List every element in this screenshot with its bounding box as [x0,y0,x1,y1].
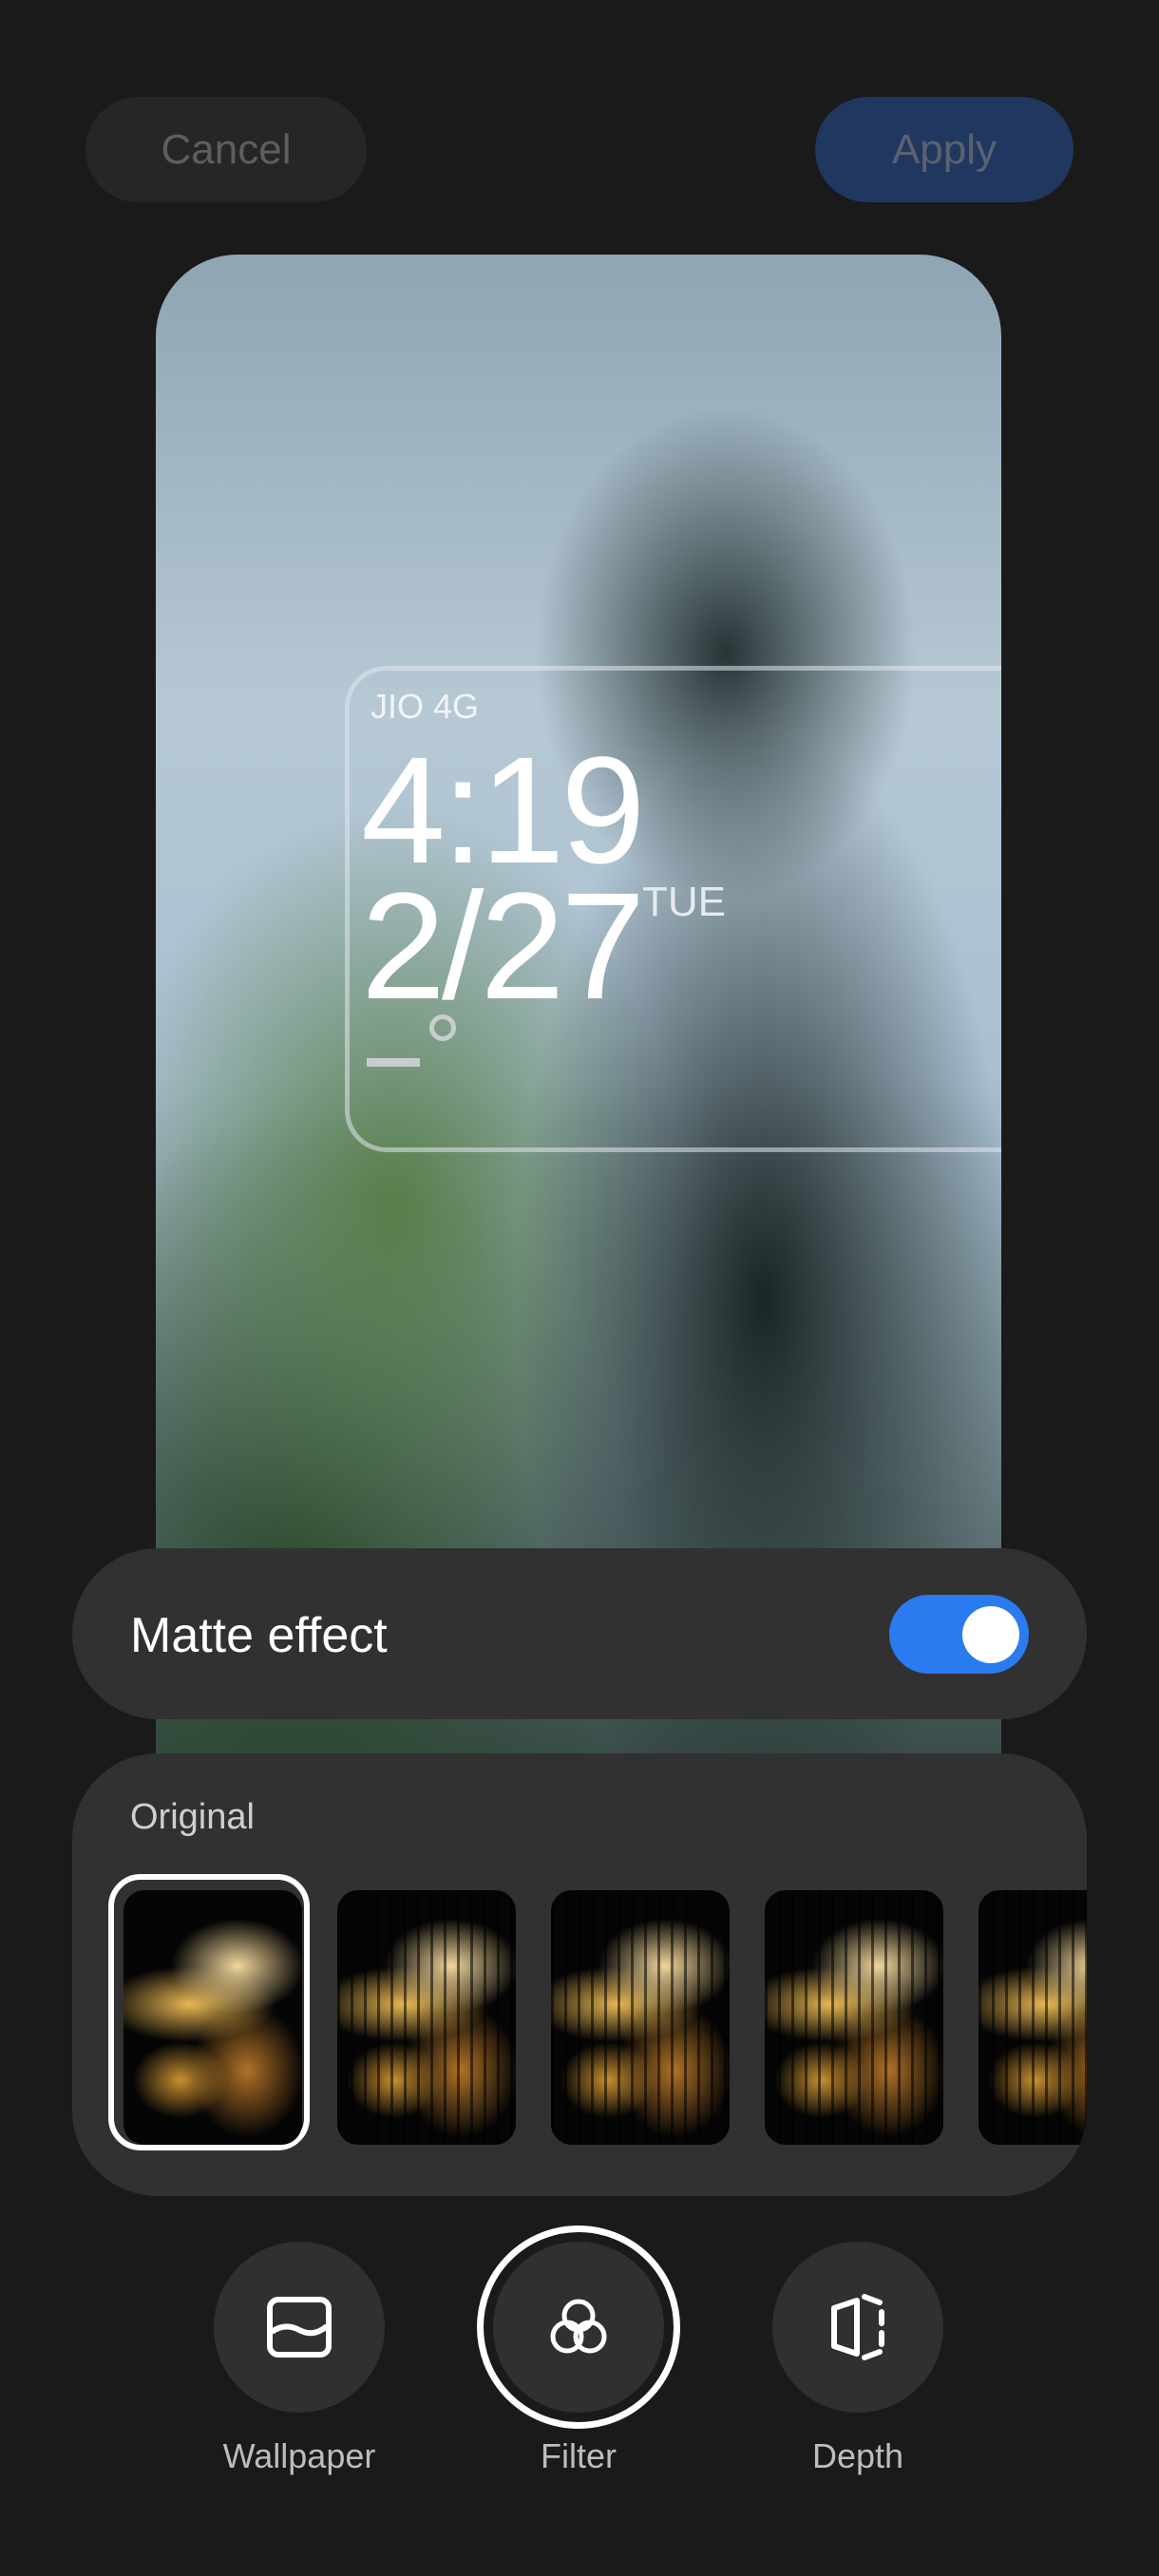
degree-icon [429,1014,456,1041]
depth-icon [831,2294,884,2360]
filter-thumbnail[interactable] [551,1890,730,2145]
cancel-button[interactable]: Cancel [86,97,367,202]
selected-filter-label: Original [130,1797,255,1837]
matte-effect-toggle[interactable] [889,1595,1029,1674]
filter-thumbnail[interactable] [978,1890,1087,2145]
selected-nav-ring [477,2226,680,2429]
wallpaper-label: Wallpaper [222,2436,376,2475]
apply-button[interactable]: Apply [815,97,1074,202]
wallpaper-preview: JIO 4G 4:19 2/27 TUE [156,255,1001,1755]
filter-thumbnail-original[interactable] [124,1890,302,2145]
filter-thumbnail[interactable] [337,1890,516,2145]
matte-effect-card: Matte effect [72,1548,1087,1719]
matte-effect-label: Matte effect [130,1608,388,1663]
clock-day: TUE [642,879,726,925]
carrier-label: JIO 4G [370,687,480,726]
filter-thumbnail[interactable] [765,1890,943,2145]
clock-date: 2/27 [361,861,645,1031]
wallpaper-button[interactable] [214,2242,385,2413]
depth-label: Depth [811,2436,904,2475]
filter-card: Original [72,1753,1087,2196]
wallpaper-icon [267,2297,332,2358]
toggle-knob [962,1606,1019,1663]
filter-label: Filter [541,2436,617,2475]
depth-button[interactable] [772,2242,943,2413]
weather-temp-placeholder [367,1058,420,1067]
